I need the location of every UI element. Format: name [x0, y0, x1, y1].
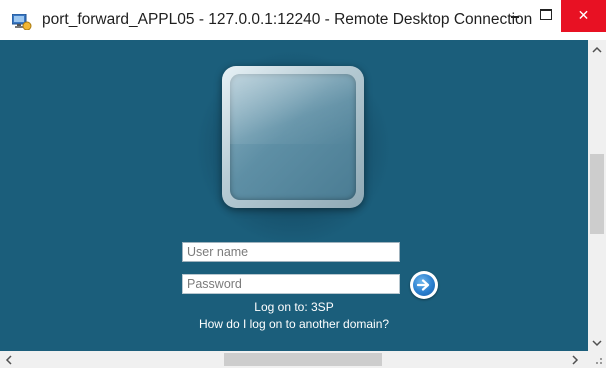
chevron-up-icon[interactable]	[588, 44, 606, 55]
close-button[interactable]: ✕	[561, 0, 606, 32]
remote-desktop-icon	[11, 13, 32, 31]
grip-dot	[600, 358, 602, 360]
window-title: port_forward_APPL05 - 127.0.0.1:12240 - …	[42, 11, 533, 28]
chevron-left-icon[interactable]	[3, 355, 13, 367]
logon-domain-label: Log on to: 3SP	[254, 300, 334, 314]
vertical-scroll-thumb[interactable]	[590, 154, 604, 234]
vertical-scrollbar[interactable]	[588, 40, 606, 351]
minimize-icon	[511, 16, 519, 18]
grip-dot	[600, 362, 602, 364]
user-tile-picture	[230, 74, 356, 200]
grip-dot	[596, 362, 598, 364]
close-icon: ✕	[577, 8, 590, 24]
title-bar[interactable]: port_forward_APPL05 - 127.0.0.1:12240 - …	[0, 0, 606, 40]
maximize-button[interactable]	[531, 0, 561, 32]
other-domain-help-link[interactable]: How do I log on to another domain?	[0, 317, 588, 331]
resize-grip[interactable]	[588, 351, 606, 368]
user-tile-icon	[222, 66, 364, 208]
horizontal-scroll-thumb[interactable]	[224, 353, 382, 366]
minimize-button[interactable]	[499, 0, 531, 32]
user-tile-shine	[230, 74, 356, 144]
password-field[interactable]	[182, 274, 400, 294]
submit-button[interactable]	[410, 271, 438, 299]
horizontal-scrollbar[interactable]	[0, 351, 588, 368]
remote-session-viewport[interactable]: Log on to: 3SP How do I log on to anothe…	[0, 40, 588, 351]
arrow-right-icon	[413, 274, 435, 296]
maximize-icon	[540, 8, 552, 20]
username-field[interactable]	[182, 242, 400, 262]
chevron-right-icon[interactable]	[570, 355, 580, 367]
chevron-down-icon[interactable]	[588, 338, 606, 349]
